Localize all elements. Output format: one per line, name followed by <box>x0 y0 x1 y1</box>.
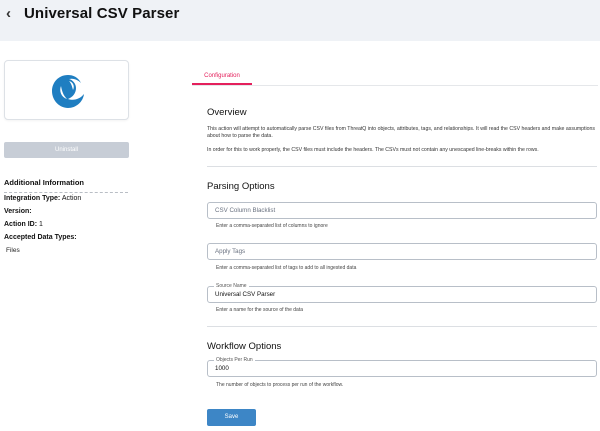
overview-paragraph-1: This action will attempt to automaticall… <box>207 126 595 140</box>
source-name-label: Source Name <box>214 283 249 289</box>
section-divider <box>207 166 597 167</box>
apply-tags-helper: Enter a comma-separated list of tags to … <box>216 265 357 271</box>
uninstall-button[interactable]: Uninstall <box>4 142 129 158</box>
objects-per-run-helper: The number of objects to process per run… <box>216 382 344 388</box>
accepted-types-row: Accepted Data Types: <box>4 234 77 241</box>
threatq-logo-icon <box>52 75 84 108</box>
csv-column-blacklist-placeholder: CSV Column Blacklist <box>215 207 276 214</box>
integration-type-label: Integration Type: <box>4 195 61 202</box>
tab-divider <box>192 85 598 86</box>
csv-column-blacklist-input[interactable]: CSV Column Blacklist <box>207 202 597 219</box>
accepted-types-label: Accepted Data Types: <box>4 234 77 241</box>
integration-type-row: Integration Type: Action <box>4 195 81 202</box>
tab-configuration[interactable]: Configuration <box>192 69 252 85</box>
objects-per-run-input[interactable]: Objects Per Run 1000 <box>207 357 597 377</box>
source-name-value: Universal CSV Parser <box>215 291 276 298</box>
csv-column-blacklist-helper: Enter a comma-separated list of columns … <box>216 223 328 229</box>
page-title: Universal CSV Parser <box>24 5 180 22</box>
integration-logo-card <box>4 60 129 120</box>
apply-tags-input[interactable]: Apply Tags <box>207 243 597 260</box>
apply-tags-placeholder: Apply Tags <box>215 248 246 255</box>
accepted-types-value: Files <box>6 247 20 254</box>
additional-info-heading: Additional Information <box>4 178 128 193</box>
overview-heading: Overview <box>207 107 247 118</box>
parsing-options-heading: Parsing Options <box>207 181 275 192</box>
back-arrow-icon[interactable]: ‹ <box>6 5 20 25</box>
objects-per-run-label: Objects Per Run <box>214 357 255 363</box>
save-button[interactable]: Save <box>207 409 256 426</box>
source-name-input[interactable]: Source Name Universal CSV Parser <box>207 283 597 303</box>
version-label: Version: <box>4 208 32 215</box>
action-id-label: Action ID: <box>4 221 38 228</box>
objects-per-run-value: 1000 <box>215 365 229 372</box>
overview-paragraph-2: In order for this to work properly, the … <box>207 147 539 153</box>
integration-type-value: Action <box>61 195 82 202</box>
workflow-options-heading: Workflow Options <box>207 341 282 352</box>
version-row: Version: <box>4 208 32 215</box>
section-divider <box>207 326 597 327</box>
action-id-value: 1 <box>39 221 43 228</box>
action-id-row: Action ID: 1 <box>4 221 43 228</box>
source-name-helper: Enter a name for the source of the data <box>216 307 303 313</box>
page-header: ‹ Universal CSV Parser <box>0 0 600 41</box>
